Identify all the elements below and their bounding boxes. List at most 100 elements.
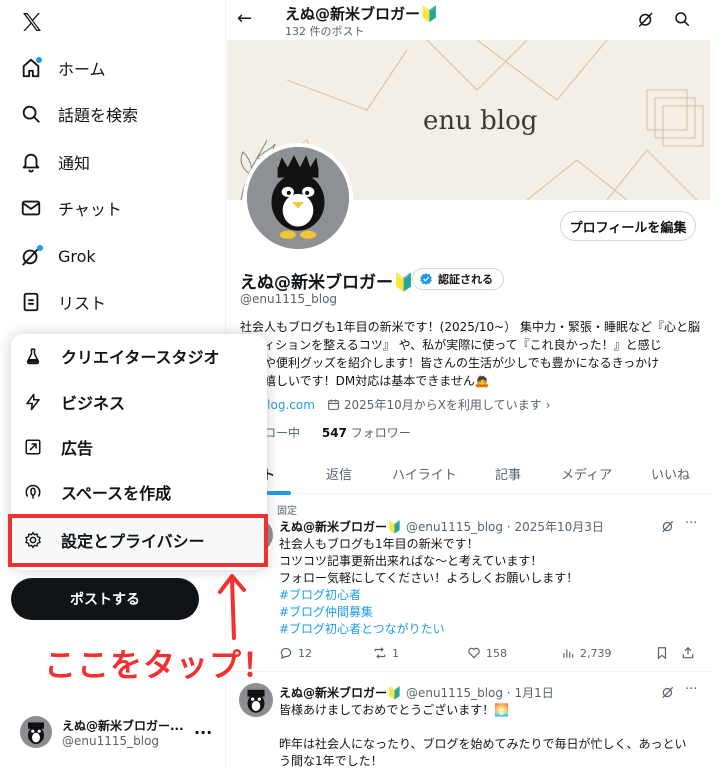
post-author-name[interactable]: えぬ@新米ブロガー🔰 — [279, 684, 402, 701]
highlight-box — [8, 514, 268, 567]
repost-count: 1 — [392, 646, 399, 660]
sidebar-item-label: チャット — [58, 200, 122, 219]
sidebar-item-chat[interactable]: チャット — [20, 193, 122, 223]
sidebar-item-label: ホーム — [58, 60, 106, 79]
menu-item-ads[interactable]: 広告 — [11, 425, 267, 469]
post-meta: @enu1115_blog · 1月1日 — [405, 686, 554, 700]
account-name: えぬ@新米ブロガー... — [62, 718, 184, 733]
lightning-icon — [23, 392, 43, 412]
tab-highlights[interactable]: ハイライト — [392, 464, 457, 483]
joined-date: 2025年10月からXを利用しています — [343, 398, 542, 412]
profile-tabs: スト 返信 ハイライト 記事 メディア いいね — [227, 452, 710, 495]
get-verified-button[interactable]: 認証される — [412, 268, 504, 290]
post-line: フォロー気軽にしてください！よろしくお願いします！ — [279, 571, 579, 585]
hashtag-link[interactable]: #ブログ仲間募集 — [279, 604, 699, 621]
bell-icon — [20, 151, 42, 173]
profile-avatar[interactable] — [243, 143, 353, 253]
post-count: 132 件のポスト — [285, 25, 365, 38]
like-button[interactable]: 158 — [467, 646, 507, 660]
post-actions: 12 1 158 2,739 — [279, 646, 699, 666]
account-switcher[interactable]: えぬ@新米ブロガー... @enu1115_blog ··· — [20, 712, 216, 752]
list-icon — [20, 291, 42, 313]
followers-label[interactable]: フォロワー — [351, 426, 411, 440]
menu-item-label: スペースを作成 — [61, 484, 172, 503]
back-arrow-icon[interactable]: ← — [237, 8, 252, 29]
bio-line: ンディションを整えるコツ』 や、私が実際に使って『これ良かった！』と感じ — [240, 338, 662, 352]
profile-handle: @enu1115_blog — [240, 292, 338, 306]
repost-button[interactable]: 1 — [373, 646, 399, 660]
tab-articles[interactable]: 記事 — [495, 464, 521, 483]
like-count: 158 — [486, 646, 507, 660]
spaces-icon — [23, 482, 43, 502]
pinned-label: 固定 — [277, 506, 297, 517]
verify-label: 認証される — [438, 273, 493, 286]
reply-count: 12 — [298, 646, 312, 660]
post-author-name[interactable]: えぬ@新米ブロガー🔰 — [279, 518, 402, 535]
sidebar-item-label: 話題を検索 — [58, 106, 139, 125]
post-button[interactable]: ポストする — [11, 578, 199, 620]
tab-replies[interactable]: 返信 — [326, 464, 352, 483]
post-line: 社会人もブログも1年目の新米です！ — [279, 537, 479, 551]
sidebar-item-label: リスト — [58, 294, 107, 313]
calendar-icon — [327, 398, 340, 411]
grok-icon[interactable] — [661, 518, 675, 537]
search-icon[interactable] — [673, 10, 691, 32]
post-line: コツコツ記事更新出来ればな〜と考えています！ — [279, 554, 543, 568]
grok-icon[interactable] — [637, 10, 655, 32]
up-arrow-icon — [218, 574, 246, 640]
heart-icon — [468, 647, 480, 659]
more-icon[interactable]: ··· — [685, 516, 697, 531]
x-logo-icon[interactable] — [20, 10, 44, 34]
arrow-box-icon — [23, 437, 43, 457]
sidebar-item-grok[interactable]: Grok — [20, 241, 96, 271]
bio-line: 用品や便利グッズを紹介します！皆さんの生活が少しでも豊かになるきっかけ — [240, 356, 660, 370]
menu-item-create-space[interactable]: スペースを作成 — [11, 470, 267, 514]
tab-likes[interactable]: いいね — [651, 464, 690, 483]
post-line — [279, 719, 699, 736]
avatar — [20, 716, 52, 748]
sidebar-item-home[interactable]: ホーム — [20, 53, 106, 83]
more-icon[interactable]: ··· — [194, 723, 212, 742]
post-text: 皆様あけましておめでとうございます！🌅 昨年は社会人になったり、ブログを始めてみ… — [279, 702, 699, 768]
sidebar-item-label: 通知 — [58, 154, 91, 173]
followers-count[interactable]: 547 — [322, 426, 347, 440]
post-line: 昨年は社会人になったり、ブログを始めてみたりで毎日が忙しく、あっとい — [279, 737, 687, 751]
pinned-post[interactable]: 固定 えぬ@新米ブロガー🔰 @enu1115_blog · 2025年10月3日… — [227, 494, 710, 672]
bookmark-button[interactable] — [655, 646, 669, 660]
verified-badge-icon — [419, 272, 433, 286]
sidebar-item-explore[interactable]: 話題を検索 — [20, 99, 138, 129]
views-button[interactable]: 2,739 — [561, 646, 612, 660]
post-line: 皆様あけましておめでとうございます！🌅 — [279, 703, 510, 717]
profile-name: えぬ@新米ブロガー🔰 — [240, 273, 415, 293]
hashtag-link[interactable]: #ブログ初心者 — [279, 587, 699, 604]
menu-item-business[interactable]: ビジネス — [11, 380, 267, 424]
menu-item-creator-studio[interactable]: クリエイタースタジオ — [11, 334, 267, 378]
post-header: えぬ@新米ブロガー🔰 @enu1115_blog · 2025年10月3日 — [279, 518, 604, 535]
reply-icon — [280, 647, 292, 660]
share-button[interactable] — [681, 646, 695, 660]
mail-icon — [20, 197, 42, 219]
post-text: 社会人もブログも1年目の新米です！ コツコツ記事更新出来ればな〜と考えています！… — [279, 536, 699, 638]
avatar[interactable] — [239, 683, 273, 717]
profile-main: ← えぬ@新米ブロガー🔰 132 件のポスト enu blog プロフィールを編… — [227, 0, 710, 768]
edit-profile-button[interactable]: プロフィールを編集 — [560, 211, 696, 241]
reply-button[interactable]: 12 — [279, 646, 312, 660]
flask-icon — [23, 346, 43, 366]
views-count: 2,739 — [580, 646, 612, 660]
post-line: う間な1年でした！ — [279, 754, 383, 768]
grok-icon — [20, 245, 43, 267]
more-icon[interactable]: ··· — [685, 682, 697, 697]
menu-item-label: 広告 — [61, 439, 94, 458]
grok-icon[interactable] — [661, 684, 675, 703]
sidebar-item-notifications[interactable]: 通知 — [20, 147, 90, 177]
profile-bio: 社会人もブログも1年目の新米です！(2025/10~） 集中力・緊張・睡眠など『… — [240, 318, 702, 390]
share-icon — [682, 646, 694, 659]
tab-media[interactable]: メディア — [561, 464, 612, 483]
tap-here-annotation: ここをタップ！ — [44, 646, 276, 684]
hashtag-link[interactable]: #ブログ初心者とつながりたい — [279, 621, 699, 638]
views-icon — [563, 649, 574, 658]
home-icon — [20, 57, 42, 79]
bookmark-icon — [657, 647, 667, 660]
timeline-post[interactable]: えぬ@新米ブロガー🔰 @enu1115_blog · 1月1日 ··· 皆様あけ… — [227, 673, 710, 768]
sidebar-item-lists[interactable]: リスト — [20, 287, 106, 317]
